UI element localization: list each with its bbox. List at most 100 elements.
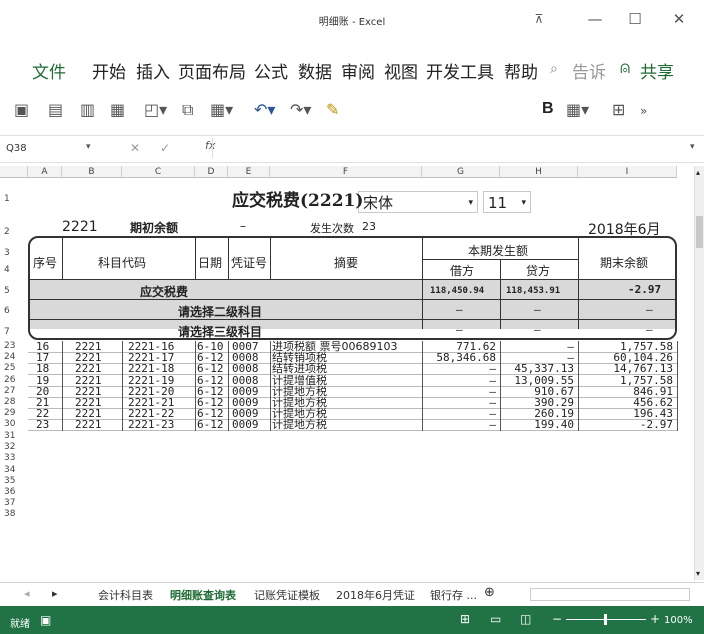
page-break-view-icon[interactable]: ◫	[520, 612, 531, 626]
column-header-f[interactable]: F	[270, 166, 422, 178]
worksheet-grid[interactable]: A B C D E F G H I 1 2 3 4 5 6 7 应交税费(222…	[0, 166, 694, 580]
tell-me-input[interactable]: 告诉	[572, 58, 606, 83]
share-button[interactable]: 共享	[640, 58, 674, 83]
more-commands-icon[interactable]: »	[640, 104, 647, 118]
row-header[interactable]: 3	[0, 248, 28, 258]
scroll-thumb[interactable]	[696, 216, 703, 248]
save-icon[interactable]: ▣	[14, 100, 29, 119]
column-header-h[interactable]: H	[500, 166, 578, 178]
divider	[122, 341, 123, 431]
prev-sheet-icon[interactable]: ◂	[24, 587, 30, 600]
row-header[interactable]: 4	[0, 265, 28, 275]
row-header[interactable]: 7	[0, 327, 28, 337]
row-header[interactable]: 34	[0, 465, 28, 475]
select-all-corner[interactable]	[0, 166, 28, 178]
redo-icon[interactable]: ↷▾	[290, 100, 311, 119]
sheet-tab[interactable]: 会计科目表	[98, 587, 153, 603]
column-header-g[interactable]: G	[422, 166, 500, 178]
header-seq: 序号	[33, 256, 58, 270]
spreadsheet-icon[interactable]: ▦	[110, 100, 125, 119]
sheet-tab[interactable]: 银行存 ...	[430, 587, 477, 603]
zoom-slider-thumb[interactable]	[604, 614, 607, 625]
formula-input[interactable]	[212, 138, 695, 158]
format-painter-icon[interactable]: ✎	[326, 100, 339, 119]
name-box[interactable]: Q38	[6, 139, 96, 159]
page-layout-view-icon[interactable]: ▭	[490, 612, 501, 626]
tab-file[interactable]: 文件	[32, 58, 66, 83]
close-button[interactable]: ✕	[664, 8, 694, 30]
formula-bar: Q38 ▾ ✕ ✓ fx ▾	[0, 135, 704, 163]
tab-review[interactable]: 审阅	[341, 58, 375, 83]
row-header[interactable]: 26	[0, 375, 28, 385]
sheet-tab-active[interactable]: 明细账查询表	[170, 587, 236, 603]
sheet-tab[interactable]: 记账凭证模板	[254, 587, 320, 603]
table-icon[interactable]: ▦▾	[210, 100, 233, 119]
border-icon[interactable]: ▦▾	[566, 100, 589, 119]
save-as-icon[interactable]: ▤	[48, 100, 63, 119]
copy-icon[interactable]: ⧉	[182, 100, 193, 120]
add-sheet-icon[interactable]: ⊕	[484, 585, 495, 600]
row-header[interactable]: 31	[0, 431, 28, 441]
print-preview-icon[interactable]: ▥	[80, 100, 95, 119]
tab-help[interactable]: 帮助	[504, 58, 538, 83]
grid-icon[interactable]: ⊞	[612, 100, 625, 119]
column-header-i[interactable]: I	[578, 166, 677, 178]
divider	[270, 341, 271, 431]
column-header-c[interactable]: C	[122, 166, 195, 178]
row-header[interactable]: 24	[0, 352, 28, 362]
row-header[interactable]: 25	[0, 363, 28, 373]
column-header-e[interactable]: E	[228, 166, 270, 178]
ribbon-display-options-icon[interactable]: ⊼	[524, 8, 554, 30]
zoom-level[interactable]: 100%	[664, 615, 693, 626]
level2-row-label[interactable]: 请选择二级科目	[178, 303, 262, 320]
enter-icon[interactable]: ✓	[160, 141, 170, 155]
row-header[interactable]: 28	[0, 397, 28, 407]
horizontal-scrollbar[interactable]	[530, 588, 690, 601]
scroll-up-icon[interactable]: ▴	[696, 168, 700, 177]
tab-insert[interactable]: 插入	[136, 58, 170, 83]
tab-data[interactable]: 数据	[298, 58, 332, 83]
row-header[interactable]: 30	[0, 419, 28, 429]
zoom-icon[interactable]: ◰▾	[144, 100, 167, 119]
row-header[interactable]: 36	[0, 487, 28, 497]
row-header[interactable]: 33	[0, 453, 28, 463]
row-header[interactable]: 6	[0, 306, 28, 316]
level3-row-label[interactable]: 请选择三级科目	[178, 323, 262, 340]
scroll-down-icon[interactable]: ▾	[696, 569, 700, 578]
row-header[interactable]: 2	[0, 227, 28, 237]
row-header[interactable]: 1	[0, 194, 28, 204]
maximize-button[interactable]: ☐	[620, 8, 650, 30]
row-header[interactable]: 27	[0, 386, 28, 396]
undo-icon[interactable]: ↶▾	[254, 100, 275, 119]
row-header[interactable]: 29	[0, 408, 28, 418]
row-header[interactable]: 5	[0, 286, 28, 296]
expand-icon[interactable]: ▾	[690, 142, 695, 152]
cancel-icon[interactable]: ✕	[130, 141, 140, 155]
minimize-button[interactable]: —	[580, 8, 610, 30]
column-header-d[interactable]: D	[195, 166, 228, 178]
level2-row-closing: –	[646, 303, 653, 316]
tab-home[interactable]: 开始	[92, 58, 126, 83]
normal-view-icon[interactable]: ⊞	[460, 612, 470, 626]
search-icon[interactable]: ⌕	[550, 61, 558, 77]
column-header-b[interactable]: B	[62, 166, 122, 178]
bold-button[interactable]: B	[542, 100, 554, 118]
chevron-down-icon[interactable]: ▾	[86, 142, 91, 152]
macro-record-icon[interactable]: ▣	[40, 613, 51, 627]
row-header[interactable]: 37	[0, 498, 28, 508]
column-header-a[interactable]: A	[28, 166, 62, 178]
zoom-in-icon[interactable]: +	[650, 612, 660, 626]
vertical-scrollbar[interactable]: ▴ ▾	[694, 166, 704, 580]
zoom-out-icon[interactable]: −	[552, 612, 562, 626]
row-header[interactable]: 32	[0, 442, 28, 452]
tab-view[interactable]: 视图	[384, 58, 418, 83]
row-header[interactable]: 35	[0, 476, 28, 486]
tab-formulas[interactable]: 公式	[254, 58, 288, 83]
divider	[500, 341, 501, 431]
tab-developer[interactable]: 开发工具	[426, 58, 494, 83]
sheet-tab[interactable]: 2018年6月凭证	[336, 587, 415, 603]
row-header[interactable]: 38	[0, 509, 28, 519]
row-header[interactable]: 23	[0, 341, 28, 351]
next-sheet-icon[interactable]: ▸	[52, 587, 58, 600]
tab-page-layout[interactable]: 页面布局	[178, 58, 246, 83]
